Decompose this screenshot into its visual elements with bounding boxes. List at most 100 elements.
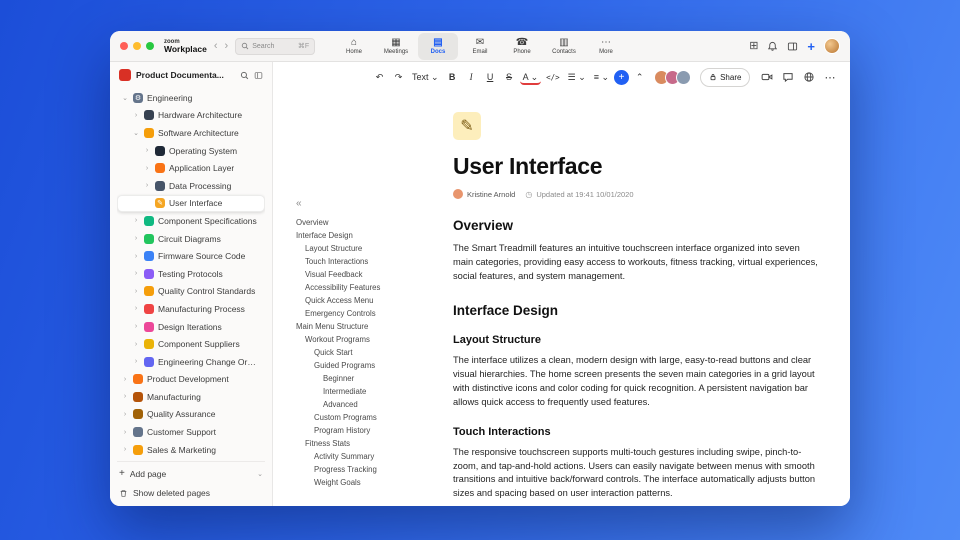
doc-emoji-icon[interactable]: ✎ <box>453 112 481 140</box>
tree-item[interactable]: › Quality Assurance <box>117 406 265 424</box>
video-icon[interactable] <box>761 71 773 83</box>
outline-item[interactable]: Advanced <box>296 398 437 411</box>
chevron-icon[interactable]: › <box>132 253 140 260</box>
comment-icon[interactable] <box>782 71 794 83</box>
tree-item[interactable]: ⌄ ⚙ Engineering <box>117 89 265 107</box>
chevron-down-icon[interactable]: ⌄ <box>257 470 263 478</box>
collapse-toolbar-button[interactable]: ⌃ <box>631 68 648 86</box>
outline-item[interactable]: Activity Summary <box>296 450 437 463</box>
chevron-icon[interactable]: › <box>121 429 129 436</box>
minimize-window-button[interactable] <box>133 42 141 50</box>
chevron-icon[interactable]: › <box>121 393 129 400</box>
tree-item[interactable]: › Application Layer <box>117 159 265 177</box>
chevron-icon[interactable]: › <box>121 446 129 453</box>
outline-item[interactable]: Emergency Controls <box>296 307 437 320</box>
notifications-bell-icon[interactable] <box>767 41 778 52</box>
text-style-button[interactable]: Text ⌄ <box>409 68 442 86</box>
tree-item[interactable]: › Sales & Marketing <box>117 441 265 457</box>
insert-button[interactable]: + <box>614 69 630 85</box>
outline-item[interactable]: Program History <box>296 424 437 437</box>
apps-grid-icon[interactable]: ⊞ <box>749 40 758 52</box>
show-deleted-pages-button[interactable]: Show deleted pages <box>117 488 265 498</box>
outline-item[interactable]: Touch Interactions <box>296 255 437 268</box>
strikethrough-button[interactable]: S <box>501 68 518 86</box>
chevron-icon[interactable]: › <box>132 270 140 277</box>
chevron-icon[interactable]: › <box>143 147 151 154</box>
chevron-icon[interactable]: › <box>121 376 129 383</box>
tree-item[interactable]: › Component Suppliers <box>117 335 265 353</box>
tab-meetings[interactable]: ▦ Meetings <box>376 33 416 60</box>
tab-phone[interactable]: ☎ Phone <box>502 33 542 60</box>
chevron-icon[interactable]: › <box>132 217 140 224</box>
share-button[interactable]: Share <box>700 67 751 87</box>
outline-item[interactable]: Weight Goals <box>296 476 437 489</box>
chevron-icon[interactable]: › <box>143 182 151 189</box>
outline-item[interactable]: Visual Feedback <box>296 268 437 281</box>
outline-item[interactable]: Overview <box>296 216 437 229</box>
doc-block[interactable]: Overview <box>453 218 820 233</box>
tree-item[interactable]: › Engineering Change Orders <box>117 353 265 371</box>
outline-item[interactable]: Accessibility Features <box>296 281 437 294</box>
doc-block[interactable]: Touch Interactions <box>453 426 820 438</box>
tree-item[interactable]: › Quality Control Standards <box>117 283 265 301</box>
chevron-icon[interactable]: › <box>132 235 140 242</box>
collapse-outline-icon[interactable]: « <box>296 198 437 209</box>
tree-item[interactable]: › Operating System <box>117 142 265 160</box>
add-page-button[interactable]: + Add page ⌄ <box>117 469 265 480</box>
outline-item[interactable]: Guided Programs <box>296 359 437 372</box>
chevron-icon[interactable]: › <box>132 288 140 295</box>
outline-item[interactable]: Quick Start <box>296 346 437 359</box>
chevron-icon[interactable]: › <box>132 358 140 365</box>
outline-item[interactable]: Beginner <box>296 372 437 385</box>
chevron-icon[interactable]: › <box>132 305 140 312</box>
globe-icon[interactable] <box>803 71 815 83</box>
doc-block[interactable]: Interface Design <box>453 303 820 318</box>
collaborator-avatar-3[interactable] <box>676 69 692 85</box>
back-button[interactable]: ‹ <box>214 40 218 52</box>
doc-title[interactable]: User Interface <box>453 153 820 180</box>
expand-sidebar-icon[interactable] <box>254 71 263 80</box>
list-button[interactable]: ☰ ⌄ <box>565 68 589 86</box>
more-options-icon[interactable]: ⋯ <box>824 71 835 84</box>
close-window-button[interactable] <box>120 42 128 50</box>
zoom-window-button[interactable] <box>146 42 154 50</box>
tree-item[interactable]: › Product Development <box>117 371 265 389</box>
tab-contacts[interactable]: ▥ Contacts <box>544 33 584 60</box>
outline-item[interactable]: Intermediate <box>296 385 437 398</box>
chevron-icon[interactable]: › <box>121 411 129 418</box>
tree-item[interactable]: › Circuit Diagrams <box>117 230 265 248</box>
code-button[interactable]: </> <box>543 68 563 86</box>
tree-item[interactable]: ✎ User Interface <box>117 194 265 213</box>
tab-more[interactable]: ⋯ More <box>586 33 626 60</box>
undo-button[interactable]: ↶ <box>371 68 388 86</box>
tree-item[interactable]: › Customer Support <box>117 423 265 441</box>
workspace-title[interactable]: Product Documenta... <box>136 70 235 80</box>
tree-item[interactable]: › Firmware Source Code <box>117 247 265 265</box>
user-avatar[interactable] <box>824 38 840 54</box>
forward-button[interactable]: › <box>225 40 229 52</box>
outline-item[interactable]: Workout Programs <box>296 333 437 346</box>
tree-item[interactable]: › Manufacturing <box>117 388 265 406</box>
outline-item[interactable]: Custom Programs <box>296 411 437 424</box>
new-item-button[interactable]: + <box>807 40 815 53</box>
chevron-icon[interactable]: › <box>132 341 140 348</box>
outline-item[interactable]: Main Menu Structure <box>296 320 437 333</box>
chevron-icon[interactable]: ⌄ <box>132 129 140 137</box>
tree-item[interactable]: › Hardware Architecture <box>117 107 265 125</box>
outline-item[interactable]: Layout Structure <box>296 242 437 255</box>
bold-button[interactable]: B <box>444 68 461 86</box>
doc-block[interactable]: The Smart Treadmill features an intuitiv… <box>453 242 820 284</box>
global-search-input[interactable]: Search ⌘F <box>235 37 316 55</box>
align-button[interactable]: ≡ ⌄ <box>591 68 612 86</box>
italic-button[interactable]: I <box>463 68 480 86</box>
tree-item[interactable]: › Design Iterations <box>117 318 265 336</box>
outline-item[interactable]: Interface Design <box>296 229 437 242</box>
document-canvas[interactable]: ✎ User Interface Kristine Arnold ◷ Updat… <box>441 92 850 506</box>
underline-button[interactable]: U <box>482 68 499 86</box>
tree-item[interactable]: › Manufacturing Process <box>117 300 265 318</box>
doc-block[interactable]: The responsive touchscreen supports mult… <box>453 446 820 502</box>
tree-item[interactable]: › Testing Protocols <box>117 265 265 283</box>
tab-email[interactable]: ✉ Email <box>460 33 500 60</box>
outline-item[interactable]: Quick Access Menu <box>296 294 437 307</box>
chevron-icon[interactable]: › <box>132 323 140 330</box>
